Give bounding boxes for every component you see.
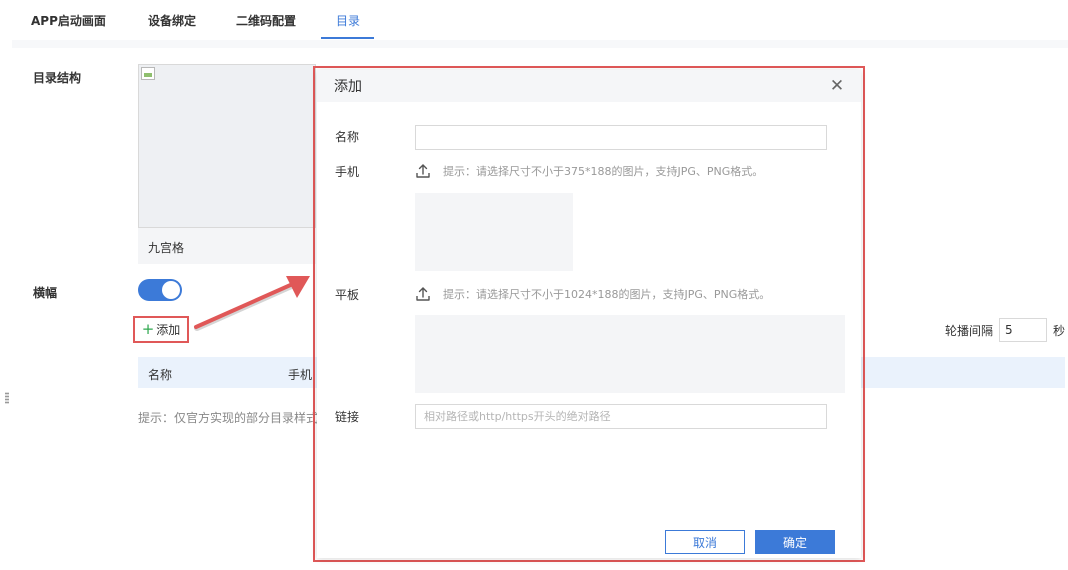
name-label: 名称 [335, 130, 360, 144]
upload-icon [416, 164, 430, 178]
add-dialog: 添加 ✕ 名称 手机 提示：请选择尺寸不小于375*188的图片，支持JPG、P… [317, 70, 861, 558]
link-input[interactable] [415, 404, 827, 429]
tab-app-splash[interactable]: APP启动画面 [31, 12, 106, 29]
name-input[interactable] [415, 125, 827, 150]
tab-qrcode-config[interactable]: 二维码配置 [236, 12, 296, 29]
tab-bar: APP启动画面 设备绑定 二维码配置 目录 [0, 0, 1068, 40]
grid-layout-name: 九宫格 [148, 241, 185, 255]
catalog-structure-label: 目录结构 [33, 71, 82, 85]
dialog-header: 添加 ✕ [317, 70, 861, 102]
tab-device-binding[interactable]: 设备绑定 [148, 12, 196, 29]
carousel-interval-input[interactable] [999, 318, 1048, 342]
banner-label: 横幅 [33, 286, 58, 300]
tab-catalog[interactable]: 目录 [336, 12, 360, 29]
phone-image-preview [415, 193, 573, 271]
phone-upload[interactable]: 提示：请选择尺寸不小于375*188的图片，支持JPG、PNG格式。 [415, 163, 763, 179]
banner-toggle[interactable] [138, 279, 182, 301]
tablet-image-preview [415, 315, 845, 393]
toggle-knob [162, 281, 180, 299]
add-banner-button[interactable]: + 添加 [133, 316, 189, 343]
upload-icon [416, 287, 430, 301]
grid-layout-card[interactable]: 九宫格 [138, 64, 316, 264]
column-header-phone: 手机 [288, 368, 313, 382]
tablet-upload[interactable]: 提示：请选择尺寸不小于1024*188的图片，支持JPG、PNG格式。 [415, 286, 770, 302]
add-banner-label: 添加 [156, 323, 181, 337]
column-header-name: 名称 [148, 368, 173, 382]
plus-icon: + [141, 320, 155, 338]
page: APP启动画面 设备绑定 二维码配置 目录 目录结构 九宫格 横幅 + 添加 名… [0, 0, 1068, 570]
banner-hint: 提示：仅官方实现的部分目录样式 [138, 411, 319, 425]
carousel-interval: 轮播间隔 秒 [945, 318, 1065, 342]
confirm-button[interactable]: 确定 [755, 530, 835, 554]
cancel-button[interactable]: 取消 [665, 530, 745, 554]
tablet-label: 平板 [335, 288, 360, 302]
drag-handle-icon[interactable] [5, 392, 9, 404]
broken-image-icon [141, 67, 155, 80]
close-icon[interactable]: ✕ [829, 75, 845, 97]
active-tab-indicator [321, 37, 374, 39]
link-label: 链接 [335, 410, 360, 424]
carousel-interval-label: 轮播间隔 [945, 323, 994, 338]
carousel-interval-unit: 秒 [1053, 323, 1066, 338]
dialog-title: 添加 [334, 79, 362, 95]
tablet-upload-hint: 提示：请选择尺寸不小于1024*188的图片，支持JPG、PNG格式。 [443, 288, 771, 301]
grid-layout-preview [138, 64, 316, 228]
phone-label: 手机 [335, 165, 360, 179]
phone-upload-hint: 提示：请选择尺寸不小于375*188的图片，支持JPG、PNG格式。 [443, 165, 764, 178]
